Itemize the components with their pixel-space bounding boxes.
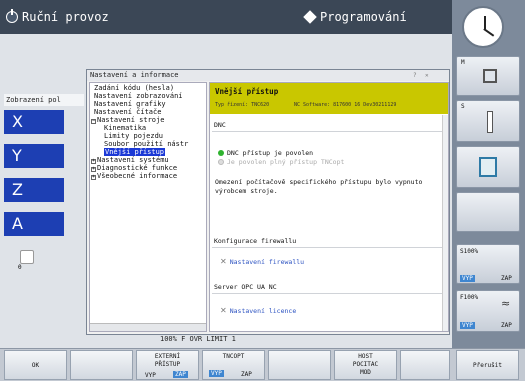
spindle-override-button[interactable]: S100% VYP ZAP — [456, 244, 520, 284]
m-function-button[interactable]: M — [456, 56, 520, 96]
clock-icon — [462, 6, 504, 48]
host-computer-softkey[interactable]: HOST POCITAC MOD — [334, 350, 397, 380]
external-access-panel: Vnější přístup Typ řízení: TNC620 NC Sof… — [209, 82, 449, 332]
tree-item-general-info[interactable]: + Všeobecné informace — [91, 172, 177, 180]
expand-icon[interactable]: + — [91, 175, 96, 180]
empty-softkey-2[interactable] — [70, 350, 133, 380]
collapse-icon[interactable]: − — [91, 119, 96, 124]
dnc-enabled-option[interactable]: DNC přístup je povolen — [218, 149, 313, 157]
settings-tree: Zadání kódu (hesla) Nastavení zobrazován… — [89, 82, 207, 332]
settings-dialog: Nastavení a informace ? ✕ Zadání kódu (h… — [86, 69, 450, 335]
external-on-label: ZAP — [173, 371, 188, 378]
wrench-icon: ✕ — [220, 257, 227, 266]
license-settings-link[interactable]: ✕ Nastavení licence — [220, 306, 296, 315]
program-run-button[interactable] — [456, 146, 520, 188]
tncopt-full-option: Je povolen plný přístup TNCopt — [218, 158, 344, 166]
tree-item-display[interactable]: Nastavení zobrazování — [94, 92, 183, 100]
programming-mode-button[interactable]: Programování — [303, 10, 407, 24]
empty-right-button[interactable] — [456, 192, 520, 232]
panel-vertical-scrollbar[interactable] — [442, 115, 448, 331]
axis-y-box: Y — [4, 144, 64, 168]
empty-softkey-7[interactable] — [400, 350, 450, 380]
tree-item-system[interactable]: + Nastavení systému — [91, 156, 169, 164]
manual-mode-button[interactable]: Ruční provoz — [6, 9, 109, 24]
s-off-label: VYP — [460, 275, 475, 282]
panel-header: Vnější přístup Typ řízení: TNC620 NC Sof… — [210, 83, 448, 114]
opc-section-title: Server OPC UA NC — [214, 283, 277, 291]
axis-x-box: X — [4, 110, 64, 134]
tree-item-machine[interactable]: − Nastavení stroje — [91, 116, 164, 124]
s-label: S — [461, 103, 465, 110]
f-off-label: VYP — [460, 322, 475, 329]
manual-mode-label: Ruční provoz — [22, 10, 109, 24]
tree-item-password[interactable]: Zadání kódu (hesla) — [94, 84, 174, 92]
program-icon — [479, 157, 497, 177]
power-icon — [6, 9, 18, 23]
divider — [212, 293, 442, 294]
help-icon[interactable]: ? — [413, 70, 417, 81]
spindle-icon — [483, 69, 497, 83]
external-access-softkey[interactable]: EXTERNÍ PŘÍSTUP VYP ZAP — [136, 350, 199, 380]
axis-z-box: Z — [4, 178, 64, 202]
dialog-title: Nastavení a informace — [90, 71, 179, 79]
control-type: Typ řízení: TNC620 — [215, 102, 270, 108]
tncopt-on-label: ZAP — [241, 371, 252, 378]
feed-override-button[interactable]: F100% ≈ VYP ZAP — [456, 290, 520, 332]
position-view-label: Zobrazení pol — [4, 94, 84, 106]
cancel-softkey[interactable]: Přerušit — [456, 350, 519, 380]
nc-software-version: NC Software: 817600 16 Dev30211129 — [294, 102, 397, 108]
dnc-section-title: DNC — [214, 121, 226, 129]
position-readout: 0 — [18, 264, 22, 271]
programming-icon — [303, 10, 317, 24]
panel-header-title: Vnější přístup — [215, 87, 279, 96]
axis-a-box: A — [4, 212, 64, 236]
tree-item-counter[interactable]: Nastavení čítače — [94, 108, 161, 116]
external-off-label: VYP — [145, 372, 156, 379]
radio-disabled-icon — [218, 159, 224, 165]
refresh-icon[interactable] — [20, 250, 34, 264]
divider — [212, 247, 442, 248]
feed-override-text: 100% F OVR LIMIT 1 — [160, 335, 236, 343]
m-label: M — [461, 59, 465, 66]
s-function-button[interactable]: S — [456, 100, 520, 142]
close-icon[interactable]: ✕ — [425, 70, 429, 81]
tree-item-kinematics[interactable]: Kinematika — [104, 124, 146, 132]
tree-item-tool-usage[interactable]: Soubor použití nástr — [104, 140, 188, 148]
wrench-icon: ✕ — [220, 306, 227, 315]
tree-item-graphics[interactable]: Nastavení grafiky — [94, 100, 166, 108]
tool-icon — [487, 111, 493, 133]
tree-item-diagnostics[interactable]: + Diagnostické funkce — [91, 164, 177, 172]
f-on-label: ZAP — [501, 322, 512, 329]
tree-item-travel-limits[interactable]: Limity pojezdu — [104, 132, 163, 140]
ok-softkey[interactable]: OK — [4, 350, 67, 380]
s100-label: S100% — [460, 248, 479, 255]
tree-horizontal-scrollbar[interactable] — [90, 323, 206, 331]
firewall-settings-link[interactable]: ✕ Nastavení firewallu — [220, 257, 304, 266]
tncopt-off-label: VYP — [209, 370, 224, 377]
tncopt-softkey[interactable]: TNCOPT VYP ZAP — [202, 350, 265, 380]
programming-mode-label: Programování — [320, 10, 407, 24]
tree-item-external-access[interactable]: Vnější přístup — [104, 148, 166, 156]
firewall-section-title: Konfigurace firewallu — [214, 237, 297, 245]
dialog-title-bar: Nastavení a informace ? ✕ — [87, 70, 449, 81]
feed-wave-icon: ≈ — [501, 297, 511, 310]
s-on-label: ZAP — [501, 275, 512, 282]
restriction-note: Omezení počítačově specifického přístupu… — [215, 178, 423, 195]
f100-label: F100% — [460, 294, 479, 301]
radio-selected-icon — [218, 150, 224, 156]
divider — [212, 131, 442, 132]
empty-softkey-5[interactable] — [268, 350, 331, 380]
